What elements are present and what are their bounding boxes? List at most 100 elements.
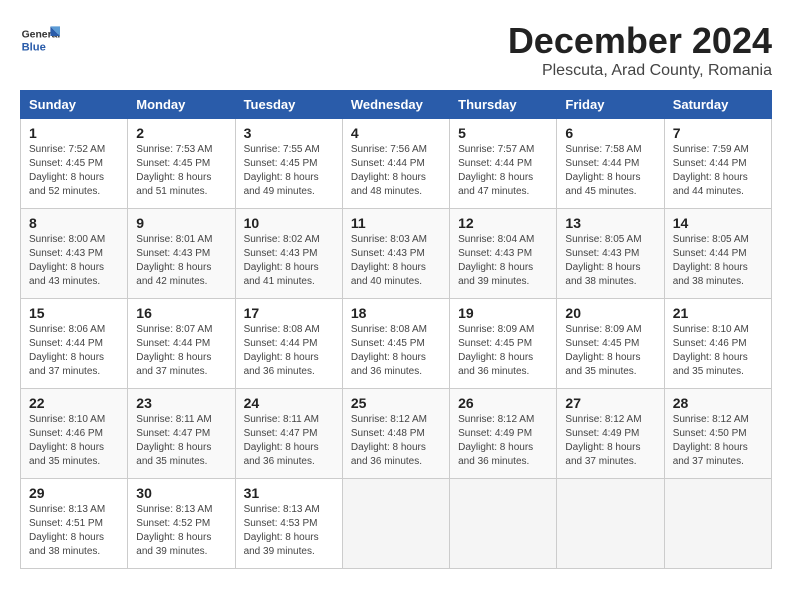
day-number: 4: [351, 125, 441, 141]
calendar-cell: 14Sunrise: 8:05 AM Sunset: 4:44 PM Dayli…: [664, 209, 771, 299]
day-number: 29: [29, 485, 119, 501]
calendar-week-4: 22 Sunrise: 8:10 AM Sunset: 4:46 PM Dayli…: [21, 389, 772, 479]
day-info: Sunrise: 8:12 AM Sunset: 4:48 PM Dayligh…: [351, 413, 441, 469]
day-info: Sunrise: 8:05 AM Sunset: 4:44 PM Dayligh…: [673, 233, 763, 289]
day-number: 1: [29, 125, 119, 141]
col-header-tuesday: Tuesday: [235, 91, 342, 119]
day-info: Sunrise: 8:02 AM Sunset: 4:43 PM Dayligh…: [244, 233, 334, 289]
day-info: Sunrise: 8:07 AM Sunset: 4:44 PM Dayligh…: [136, 323, 226, 379]
calendar-table: SundayMondayTuesdayWednesdayThursdayFrid…: [20, 90, 772, 569]
day-info: Sunrise: 8:06 AM Sunset: 4:44 PM Dayligh…: [29, 323, 119, 379]
calendar-cell: 2 Sunrise: 7:53 AM Sunset: 4:45 PM Daylig…: [128, 119, 235, 209]
day-number: 28: [673, 395, 763, 411]
col-header-monday: Monday: [128, 91, 235, 119]
col-header-thursday: Thursday: [450, 91, 557, 119]
calendar-cell: 31Sunrise: 8:13 AM Sunset: 4:53 PM Dayli…: [235, 479, 342, 569]
calendar-cell: 23Sunrise: 8:11 AM Sunset: 4:47 PM Dayli…: [128, 389, 235, 479]
calendar-cell: 3Sunrise: 7:55 AM Sunset: 4:45 PM Daylig…: [235, 119, 342, 209]
day-number: 2: [136, 125, 226, 141]
calendar-cell: 27 Sunrise: 8:12 AM Sunset: 4:49 PM Dayli…: [557, 389, 664, 479]
calendar-cell: 4 Sunrise: 7:56 AM Sunset: 4:44 PM Daylig…: [342, 119, 449, 209]
calendar-cell: 15 Sunrise: 8:06 AM Sunset: 4:44 PM Dayli…: [21, 299, 128, 389]
calendar-cell: 18Sunrise: 8:08 AM Sunset: 4:45 PM Dayli…: [342, 299, 449, 389]
day-number: 25: [351, 395, 441, 411]
calendar-header-row: SundayMondayTuesdayWednesdayThursdayFrid…: [21, 91, 772, 119]
calendar-cell: 24 Sunrise: 8:11 AM Sunset: 4:47 PM Dayli…: [235, 389, 342, 479]
day-number: 21: [673, 305, 763, 321]
day-number: 12: [458, 215, 548, 231]
calendar-cell: 9Sunrise: 8:01 AM Sunset: 4:43 PM Daylig…: [128, 209, 235, 299]
day-number: 5: [458, 125, 548, 141]
day-info: Sunrise: 8:11 AM Sunset: 4:47 PM Dayligh…: [244, 413, 334, 469]
calendar-cell: 26 Sunrise: 8:12 AM Sunset: 4:49 PM Dayli…: [450, 389, 557, 479]
calendar-week-2: 8 Sunrise: 8:00 AM Sunset: 4:43 PM Daylig…: [21, 209, 772, 299]
day-number: 22: [29, 395, 119, 411]
calendar-cell: 10 Sunrise: 8:02 AM Sunset: 4:43 PM Dayli…: [235, 209, 342, 299]
day-number: 27: [565, 395, 655, 411]
day-number: 31: [244, 485, 334, 501]
day-number: 23: [136, 395, 226, 411]
calendar-cell: 29 Sunrise: 8:13 AM Sunset: 4:51 PM Dayli…: [21, 479, 128, 569]
day-number: 17: [244, 305, 334, 321]
calendar-week-1: 1 Sunrise: 7:52 AM Sunset: 4:45 PM Daylig…: [21, 119, 772, 209]
location-subtitle: Plescuta, Arad County, Romania: [508, 62, 772, 80]
calendar-cell: 8 Sunrise: 8:00 AM Sunset: 4:43 PM Daylig…: [21, 209, 128, 299]
page-header: General Blue December 2024 Plescuta, Ara…: [20, 20, 772, 80]
day-number: 24: [244, 395, 334, 411]
calendar-cell: [664, 479, 771, 569]
day-number: 15: [29, 305, 119, 321]
calendar-cell: 20 Sunrise: 8:09 AM Sunset: 4:45 PM Dayli…: [557, 299, 664, 389]
day-info: Sunrise: 8:04 AM Sunset: 4:43 PM Dayligh…: [458, 233, 548, 289]
calendar-cell: 28 Sunrise: 8:12 AM Sunset: 4:50 PM Dayli…: [664, 389, 771, 479]
day-number: 11: [351, 215, 441, 231]
day-info: Sunrise: 8:03 AM Sunset: 4:43 PM Dayligh…: [351, 233, 441, 289]
day-number: 7: [673, 125, 763, 141]
calendar-cell: [342, 479, 449, 569]
day-info: Sunrise: 7:52 AM Sunset: 4:45 PM Dayligh…: [29, 143, 119, 199]
day-number: 9: [136, 215, 226, 231]
calendar-cell: 21 Sunrise: 8:10 AM Sunset: 4:46 PM Dayli…: [664, 299, 771, 389]
day-number: 6: [565, 125, 655, 141]
day-number: 18: [351, 305, 441, 321]
day-number: 10: [244, 215, 334, 231]
calendar-week-5: 29 Sunrise: 8:13 AM Sunset: 4:51 PM Dayli…: [21, 479, 772, 569]
day-info: Sunrise: 8:12 AM Sunset: 4:50 PM Dayligh…: [673, 413, 763, 469]
day-number: 20: [565, 305, 655, 321]
calendar-cell: 7 Sunrise: 7:59 AM Sunset: 4:44 PM Daylig…: [664, 119, 771, 209]
day-info: Sunrise: 8:10 AM Sunset: 4:46 PM Dayligh…: [29, 413, 119, 469]
day-info: Sunrise: 7:57 AM Sunset: 4:44 PM Dayligh…: [458, 143, 548, 199]
calendar-cell: 13Sunrise: 8:05 AM Sunset: 4:43 PM Dayli…: [557, 209, 664, 299]
calendar-cell: 11 Sunrise: 8:03 AM Sunset: 4:43 PM Dayli…: [342, 209, 449, 299]
calendar-cell: 30Sunrise: 8:13 AM Sunset: 4:52 PM Dayli…: [128, 479, 235, 569]
day-number: 16: [136, 305, 226, 321]
calendar-cell: 19 Sunrise: 8:09 AM Sunset: 4:45 PM Dayli…: [450, 299, 557, 389]
day-info: Sunrise: 7:59 AM Sunset: 4:44 PM Dayligh…: [673, 143, 763, 199]
day-number: 26: [458, 395, 548, 411]
calendar-cell: 17 Sunrise: 8:08 AM Sunset: 4:44 PM Dayli…: [235, 299, 342, 389]
col-header-saturday: Saturday: [664, 91, 771, 119]
day-info: Sunrise: 8:13 AM Sunset: 4:51 PM Dayligh…: [29, 503, 119, 559]
svg-text:Blue: Blue: [22, 41, 46, 53]
day-info: Sunrise: 8:12 AM Sunset: 4:49 PM Dayligh…: [565, 413, 655, 469]
day-info: Sunrise: 8:09 AM Sunset: 4:45 PM Dayligh…: [458, 323, 548, 379]
day-info: Sunrise: 7:56 AM Sunset: 4:44 PM Dayligh…: [351, 143, 441, 199]
logo: General Blue: [20, 20, 64, 60]
col-header-friday: Friday: [557, 91, 664, 119]
day-number: 8: [29, 215, 119, 231]
day-info: Sunrise: 8:00 AM Sunset: 4:43 PM Dayligh…: [29, 233, 119, 289]
day-info: Sunrise: 8:13 AM Sunset: 4:52 PM Dayligh…: [136, 503, 226, 559]
calendar-cell: 5 Sunrise: 7:57 AM Sunset: 4:44 PM Daylig…: [450, 119, 557, 209]
day-info: Sunrise: 8:12 AM Sunset: 4:49 PM Dayligh…: [458, 413, 548, 469]
day-number: 19: [458, 305, 548, 321]
day-info: Sunrise: 7:53 AM Sunset: 4:45 PM Dayligh…: [136, 143, 226, 199]
calendar-cell: 6 Sunrise: 7:58 AM Sunset: 4:44 PM Daylig…: [557, 119, 664, 209]
calendar-cell: 12 Sunrise: 8:04 AM Sunset: 4:43 PM Dayli…: [450, 209, 557, 299]
calendar-cell: 25 Sunrise: 8:12 AM Sunset: 4:48 PM Dayli…: [342, 389, 449, 479]
month-title: December 2024: [508, 20, 772, 62]
day-number: 3: [244, 125, 334, 141]
day-info: Sunrise: 7:58 AM Sunset: 4:44 PM Dayligh…: [565, 143, 655, 199]
calendar-cell: 22 Sunrise: 8:10 AM Sunset: 4:46 PM Dayli…: [21, 389, 128, 479]
day-info: Sunrise: 8:09 AM Sunset: 4:45 PM Dayligh…: [565, 323, 655, 379]
day-info: Sunrise: 8:10 AM Sunset: 4:46 PM Dayligh…: [673, 323, 763, 379]
day-info: Sunrise: 8:08 AM Sunset: 4:44 PM Dayligh…: [244, 323, 334, 379]
